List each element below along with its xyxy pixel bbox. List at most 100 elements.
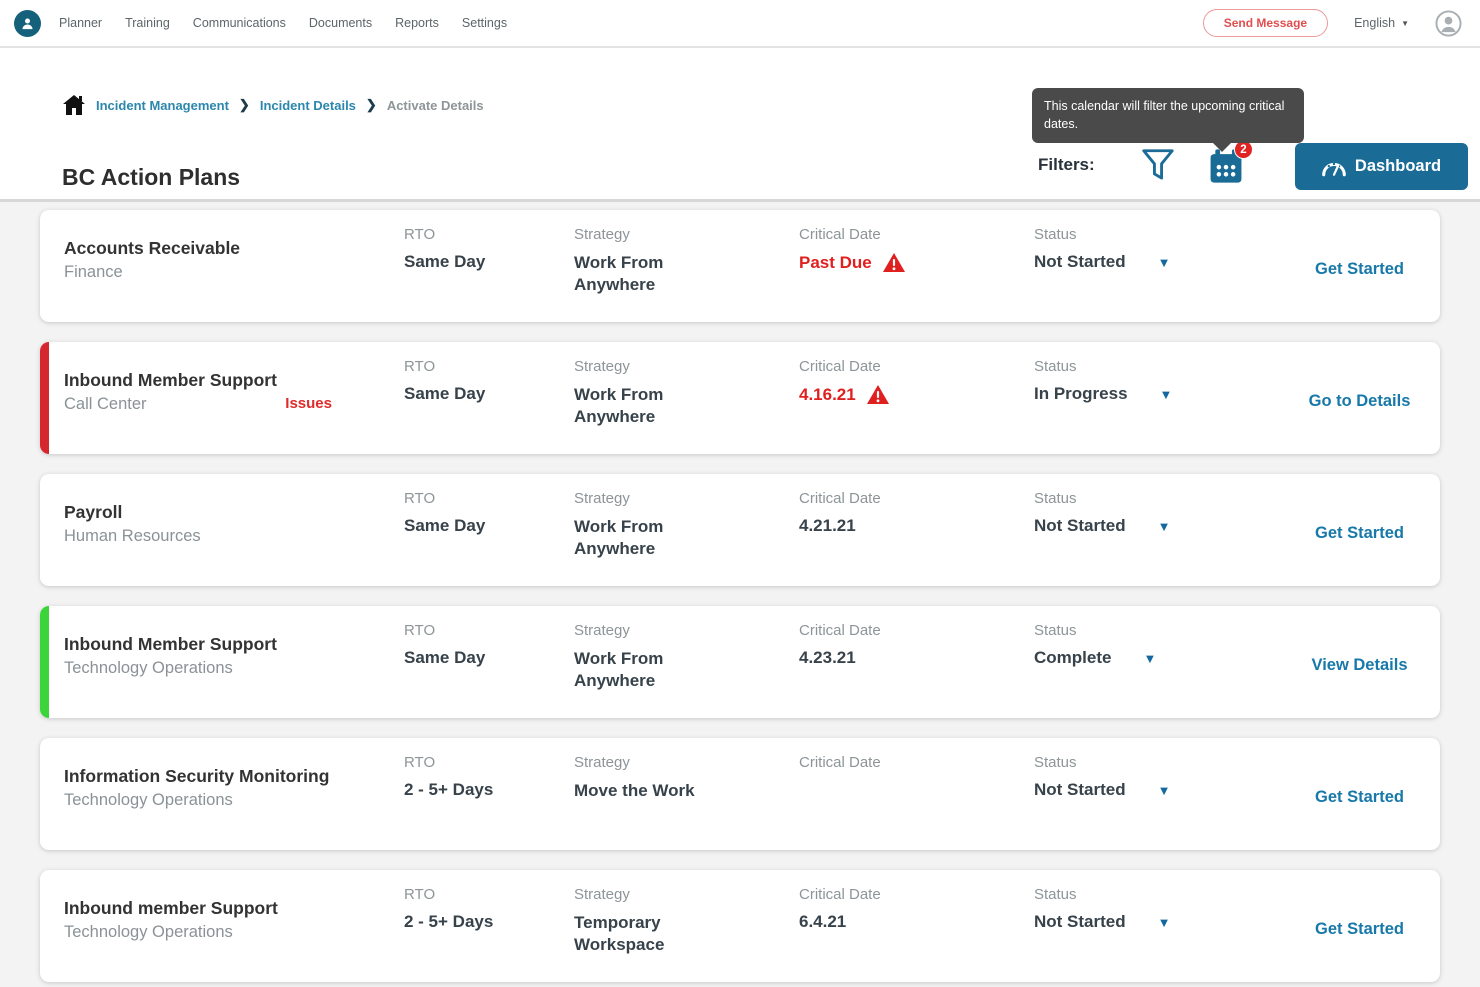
critical-date-label: Critical Date <box>799 358 1034 375</box>
strategy-label: Strategy <box>574 622 799 639</box>
chevron-down-icon: ▼ <box>1158 783 1171 798</box>
plan-name-cell: Payroll Human Resources <box>64 490 404 560</box>
plan-name: Inbound Member Support <box>64 634 404 655</box>
status-value: Complete <box>1034 648 1111 668</box>
status-cell: Status Not Started ▼ <box>1034 754 1279 810</box>
rto-value: 2 - 5+ Days <box>404 912 574 932</box>
critical-date-label: Critical Date <box>799 886 1034 903</box>
status-dropdown[interactable]: In Progress ▼ <box>1034 384 1279 404</box>
plan-name-cell: Inbound Member Support Call Center Issue… <box>64 358 404 428</box>
rto-value: Same Day <box>404 384 574 404</box>
plan-name-cell: Inbound member Support Technology Operat… <box>64 886 404 956</box>
strategy-value: Temporary Workspace <box>574 912 719 956</box>
action-cell: Get Started <box>1279 226 1440 296</box>
nav-item-planner[interactable]: Planner <box>59 16 102 30</box>
status-dropdown[interactable]: Complete ▼ <box>1034 648 1279 668</box>
chevron-down-icon: ▼ <box>1158 255 1171 270</box>
action-cell: Get Started <box>1279 886 1440 956</box>
strategy-cell: Strategy Temporary Workspace <box>574 886 799 956</box>
action-plan-row: Inbound member Support Technology Operat… <box>40 870 1440 982</box>
status-cell: Status In Progress ▼ <box>1034 358 1279 428</box>
plan-name: Accounts Receivable <box>64 238 404 259</box>
status-dropdown[interactable]: Not Started ▼ <box>1034 252 1279 272</box>
strategy-cell: Strategy Work From Anywhere <box>574 490 799 560</box>
gauge-icon <box>1322 157 1346 177</box>
rto-value: 2 - 5+ Days <box>404 780 574 800</box>
send-message-button[interactable]: Send Message <box>1203 9 1328 37</box>
row-action-link[interactable]: Get Started <box>1315 524 1404 560</box>
status-value: Not Started <box>1034 780 1126 800</box>
rto-label: RTO <box>404 358 574 375</box>
action-plan-row: Inbound Member Support Technology Operat… <box>40 606 1440 718</box>
action-plan-list: Accounts Receivable Finance RTO Same Day… <box>0 202 1480 987</box>
status-stripe <box>40 342 49 454</box>
nav-item-training[interactable]: Training <box>125 16 170 30</box>
nav-item-settings[interactable]: Settings <box>462 16 507 30</box>
critical-date-value: 4.16.21 <box>799 385 856 405</box>
nav-item-communications[interactable]: Communications <box>193 16 286 30</box>
action-cell: Go to Details <box>1279 358 1440 428</box>
breadcrumb: Incident Management ❯ Incident Details ❯… <box>62 94 484 116</box>
status-value: Not Started <box>1034 516 1126 536</box>
row-action-link[interactable]: Get Started <box>1315 920 1404 956</box>
tooltip-arrow <box>1212 142 1232 152</box>
strategy-value: Work From Anywhere <box>574 648 719 692</box>
critical-date-cell: Critical Date 6.4.21 <box>799 886 1034 956</box>
breadcrumb-incident-management[interactable]: Incident Management <box>96 98 229 113</box>
row-action-link[interactable]: Go to Details <box>1309 392 1411 428</box>
plan-department: Technology Operations <box>64 659 233 678</box>
rto-cell: RTO Same Day <box>404 490 574 560</box>
action-plan-row: Accounts Receivable Finance RTO Same Day… <box>40 210 1440 322</box>
strategy-cell: Strategy Work From Anywhere <box>574 358 799 428</box>
rto-label: RTO <box>404 490 574 507</box>
row-action-link[interactable]: Get Started <box>1315 788 1404 810</box>
top-navigation-bar: Planner Training Communications Document… <box>0 0 1480 48</box>
status-cell: Status Not Started ▼ <box>1034 226 1279 296</box>
critical-date-cell: Critical Date Past Due <box>799 226 1034 296</box>
home-icon[interactable] <box>62 94 86 116</box>
plan-department: Call Center <box>64 395 147 414</box>
plan-name: Information Security Monitoring <box>64 766 404 787</box>
plan-name: Inbound Member Support <box>64 370 404 391</box>
critical-date-cell: Critical Date 4.16.21 <box>799 358 1034 428</box>
rto-value: Same Day <box>404 648 574 668</box>
dashboard-button[interactable]: Dashboard <box>1295 143 1468 190</box>
chevron-right-icon: ❯ <box>239 97 250 113</box>
plan-name: Payroll <box>64 502 404 523</box>
row-action-link[interactable]: Get Started <box>1315 260 1404 296</box>
status-dropdown[interactable]: Not Started ▼ <box>1034 912 1279 932</box>
strategy-value: Move the Work <box>574 780 719 802</box>
breadcrumb-incident-details[interactable]: Incident Details <box>260 98 356 113</box>
status-dropdown[interactable]: Not Started ▼ <box>1034 516 1279 536</box>
nav-item-reports[interactable]: Reports <box>395 16 439 30</box>
status-value: Not Started <box>1034 912 1126 932</box>
critical-date-value: 4.21.21 <box>799 516 856 536</box>
status-dropdown[interactable]: Not Started ▼ <box>1034 780 1279 800</box>
chevron-down-icon: ▼ <box>1143 651 1156 666</box>
strategy-label: Strategy <box>574 490 799 507</box>
rto-cell: RTO 2 - 5+ Days <box>404 886 574 956</box>
rto-cell: RTO 2 - 5+ Days <box>404 754 574 810</box>
dashboard-button-label: Dashboard <box>1355 157 1441 176</box>
row-action-link[interactable]: View Details <box>1312 656 1408 692</box>
rto-value: Same Day <box>404 252 574 272</box>
strategy-label: Strategy <box>574 754 799 771</box>
strategy-value: Work From Anywhere <box>574 384 719 428</box>
critical-date-cell: Critical Date <box>799 754 1034 810</box>
critical-date-value: 4.23.21 <box>799 648 856 668</box>
chevron-down-icon: ▼ <box>1160 387 1173 402</box>
action-cell: View Details <box>1279 622 1440 692</box>
app-logo[interactable] <box>14 10 41 37</box>
user-avatar[interactable] <box>1435 10 1462 37</box>
status-stripe <box>40 606 49 718</box>
action-plan-row: Inbound Member Support Call Center Issue… <box>40 342 1440 454</box>
nav-item-documents[interactable]: Documents <box>309 16 372 30</box>
status-cell: Status Not Started ▼ <box>1034 886 1279 956</box>
action-plan-row: Payroll Human Resources RTO Same Day Str… <box>40 474 1440 586</box>
plan-name-cell: Information Security Monitoring Technolo… <box>64 754 404 810</box>
status-cell: Status Not Started ▼ <box>1034 490 1279 560</box>
language-selector[interactable]: English ▼ <box>1354 16 1409 30</box>
action-plan-row: Information Security Monitoring Technolo… <box>40 738 1440 850</box>
filter-funnel-icon[interactable] <box>1140 146 1176 184</box>
rto-cell: RTO Same Day <box>404 358 574 428</box>
